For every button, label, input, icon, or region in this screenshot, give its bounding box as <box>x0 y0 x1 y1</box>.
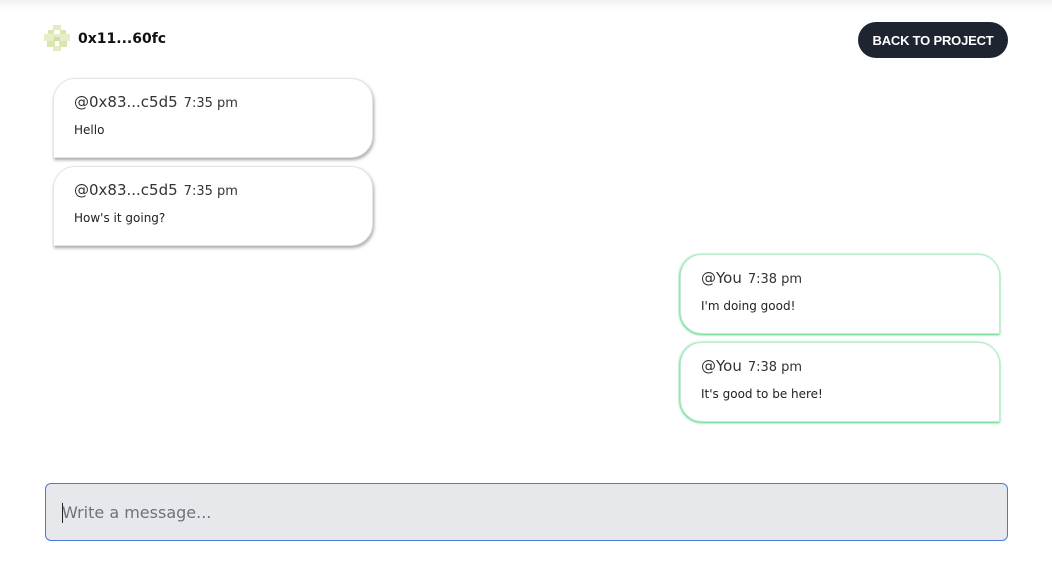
message-time: 7:38 pm <box>747 272 803 287</box>
message-sender: @You <box>701 357 742 375</box>
message-sender: @0x83...c5d5 <box>74 181 178 199</box>
back-to-project-button[interactable]: BACK TO PROJECT <box>858 22 1008 58</box>
top-shadow <box>0 0 1052 10</box>
message-text: It's good to be here! <box>701 387 823 401</box>
text-caret <box>62 503 63 523</box>
message-sender: @You <box>701 269 742 287</box>
message-text: How's it going? <box>74 211 166 225</box>
my-message-bubble: @You 7:38 pm It's good to be here! <box>680 342 1000 422</box>
message-time: 7:38 pm <box>747 360 803 375</box>
message-input[interactable] <box>46 484 1007 540</box>
conversation-address: 0x11...60fc <box>78 31 167 47</box>
message-time: 7:35 pm <box>183 184 238 199</box>
message-composer <box>45 483 1008 541</box>
identicon-avatar-icon <box>44 25 70 51</box>
message-sender: @0x83...c5d5 <box>74 93 178 111</box>
chat-header: 0x11...60fc BACK TO PROJECT <box>44 22 1008 58</box>
message-bubble: @0x83...c5d5 7:35 pm How's it going? <box>53 166 373 246</box>
message-text: I'm doing good! <box>701 299 796 313</box>
message-text: Hello <box>74 123 105 137</box>
message-time: 7:35 pm <box>183 96 238 111</box>
my-message-bubble: @You 7:38 pm I'm doing good! <box>680 254 1000 334</box>
message-bubble: @0x83...c5d5 7:35 pm Hello <box>53 78 373 158</box>
